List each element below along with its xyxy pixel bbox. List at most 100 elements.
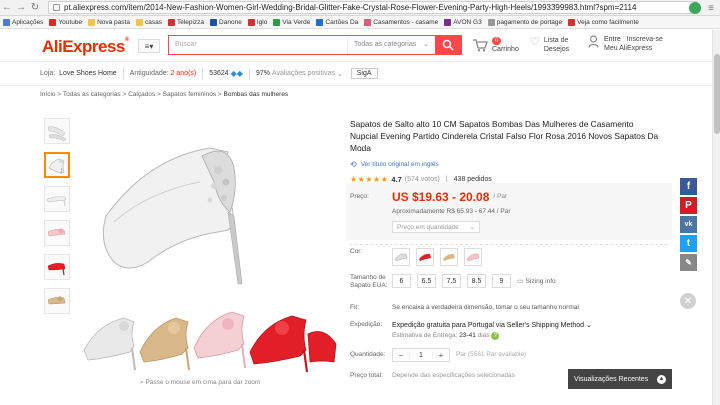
approx-price: Aproximadamente R$ 65.93 - 67.44 / Par [392, 208, 511, 215]
back-icon[interactable]: ← [0, 1, 14, 15]
orders-count: 438 pedidos [453, 176, 492, 183]
sign-in-link[interactable]: Entre [604, 36, 621, 43]
address-bar[interactable]: pt.aliexpress.com/item/2014-New-Fashion-… [48, 1, 698, 14]
bookmark-item[interactable]: Iglo [247, 18, 267, 26]
edit-icon[interactable]: ✎ [680, 254, 697, 271]
bookmark-label: Aplicações [12, 18, 44, 26]
store-name-link[interactable]: Love Shoes Home [59, 70, 117, 77]
cart-link[interactable]: 0 Carrinho [472, 36, 519, 54]
reload-icon[interactable]: ↻ [28, 1, 42, 15]
shipping-method-text[interactable]: Expedição gratuita para Portugal via Sel… [392, 322, 584, 329]
aliexpress-logo[interactable]: AliExpress® [42, 37, 129, 57]
breadcrumb-womens-shoes[interactable]: Sapatos femininos [163, 91, 216, 98]
join-link[interactable]: Inscreva-se [627, 36, 663, 43]
help-icon[interactable]: ? [491, 332, 500, 340]
cart-count-badge: 0 [492, 37, 502, 45]
page-scrollbar[interactable] [712, 30, 720, 405]
bookmark-label: Via Verde [282, 18, 311, 26]
search-input[interactable]: Buscar [169, 36, 347, 54]
color-swatch-pink[interactable] [464, 248, 482, 266]
price-value: US $19.63 - 20.08 [392, 190, 490, 204]
bookmark-item[interactable]: Youtube [49, 18, 82, 26]
price-row: Preço: US $19.63 - 20.08 / Par [350, 190, 507, 204]
thumbnail-5[interactable] [44, 254, 70, 280]
bookmark-favicon-icon [316, 18, 324, 26]
size-option[interactable]: 6.5 [417, 274, 436, 288]
increase-button[interactable]: + [433, 351, 449, 360]
size-option[interactable]: 8.5 [467, 274, 486, 288]
thumbnail-3[interactable] [44, 186, 70, 212]
my-aliexpress-link[interactable]: Meu AliExpress [604, 45, 652, 52]
twitter-icon[interactable]: t [680, 235, 697, 252]
bookmark-favicon-icon [49, 18, 57, 26]
store-label: Loja: [40, 70, 56, 77]
main-product-image[interactable] [78, 112, 340, 374]
bookmark-item[interactable]: Via Verde [273, 18, 311, 26]
social-share-bar: f P vk t ✎ [680, 178, 697, 273]
bookmark-label: AVON G3 [453, 18, 482, 26]
url-text: pt.aliexpress.com/item/2014-New-Fashion-… [64, 3, 637, 12]
rating-votes-link[interactable]: (574 votos) [405, 176, 440, 183]
bookmark-item[interactable]: Aplicações [3, 18, 44, 26]
bookmark-label: Casamentos - casame [373, 18, 439, 26]
bookmark-item[interactable]: Telepizza [167, 18, 204, 26]
bookmark-item[interactable]: Nova pasta [88, 18, 130, 26]
forward-icon[interactable]: → [14, 1, 28, 15]
thumbnail-6[interactable] [44, 288, 70, 314]
shoe-image [83, 147, 337, 373]
facebook-icon[interactable]: f [680, 178, 697, 195]
decrease-button[interactable]: − [393, 351, 409, 360]
sizing-info-link[interactable]: Sizing info [526, 278, 556, 285]
zoom-hint: ⌕ Passe o mouse em cima para dar zoom [140, 379, 260, 387]
recent-views-button[interactable]: Visualizações Recentes ▲ [568, 369, 672, 389]
bookmark-item[interactable]: Casamentos - casame [364, 18, 439, 26]
extension-icon[interactable] [689, 2, 701, 14]
categories-menu-button[interactable]: ≡▾ [138, 39, 160, 53]
bookmark-favicon-icon [210, 18, 218, 26]
follow-store-button[interactable]: SigA [350, 68, 378, 79]
account-area: Entre Inscreva-se Meu AliExpress [588, 35, 663, 53]
bookmark-item[interactable]: Cartões Da [316, 18, 358, 26]
breadcrumb-home[interactable]: Início [40, 91, 56, 98]
close-icon[interactable]: ✕ [680, 293, 696, 309]
bookmark-item[interactable]: pagamento de portage [487, 18, 562, 26]
size-option[interactable]: 7.5 [442, 274, 461, 288]
color-swatch-red[interactable] [416, 248, 434, 266]
bookmark-item[interactable]: Veja como facilmente [568, 18, 639, 26]
breadcrumb-shoes[interactable]: Calçados [128, 91, 155, 98]
search-bar: Buscar Todas as categorias ⌄ [168, 35, 462, 55]
bookmark-item[interactable]: Danone [210, 18, 242, 26]
search-category-select[interactable]: Todas as categorias ⌄ [347, 36, 435, 54]
browser-toolbar: ← → ↻ pt.aliexpress.com/item/2014-New-Fa… [0, 0, 720, 16]
color-swatch-silver[interactable] [392, 248, 410, 266]
size-option[interactable]: 6 [392, 274, 411, 288]
quantity-price-label: Preço em quantidade [397, 223, 459, 231]
quantity-price-select[interactable]: Preço em quantidade ⌄ [392, 221, 480, 233]
breadcrumb-all-categories[interactable]: Todas as categorias [63, 91, 121, 98]
translate-icon: ⟲ [350, 160, 357, 169]
thumbnail-4[interactable] [44, 220, 70, 246]
quantity-input[interactable]: 1 [409, 351, 433, 359]
color-swatch-gold[interactable] [440, 248, 458, 266]
store-score: 53624 [209, 70, 229, 77]
store-age-value: 2 ano(s) [170, 70, 197, 77]
bookmark-favicon-icon [3, 18, 10, 26]
pinterest-icon[interactable]: P [680, 197, 697, 214]
scrollbar-thumb[interactable] [714, 54, 720, 134]
thumbnail-2-selected[interactable] [44, 152, 70, 178]
bookmark-item[interactable]: AVON G3 [444, 18, 482, 26]
search-button[interactable] [435, 36, 461, 54]
quantity-row: Quantidade: − 1 + Par (5561 Par availabl… [350, 348, 526, 362]
size-option[interactable]: 9 [492, 274, 511, 288]
breadcrumb: Início > Todas as categorias > Calçados … [40, 91, 289, 98]
bookmark-item[interactable]: casas [135, 18, 162, 26]
store-positive-label: Avaliações positivas [271, 70, 335, 77]
translate-link[interactable]: ⟲ Ver título original em inglês [350, 160, 662, 169]
menu-icon[interactable]: ≡ [704, 1, 718, 15]
bookmark-favicon-icon [273, 18, 281, 26]
vk-icon[interactable]: vk [680, 216, 697, 233]
wishlist-link[interactable]: ♡ Lista de Desejos [530, 36, 569, 54]
thumbnail-1[interactable] [44, 118, 70, 144]
chevron-down-icon: ⌄ [336, 70, 343, 78]
heart-icon: ♡ [530, 36, 540, 48]
